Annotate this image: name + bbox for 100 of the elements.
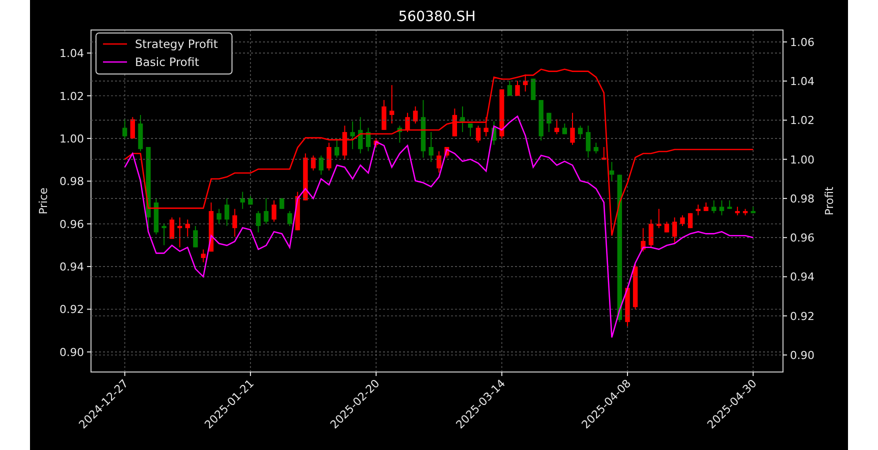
candlestick <box>570 112 575 146</box>
candlestick <box>664 221 670 233</box>
candlestick <box>358 116 363 154</box>
candlestick <box>310 155 316 171</box>
candlestick <box>170 216 174 240</box>
candlestick <box>640 228 646 252</box>
candlestick <box>374 138 378 148</box>
candlestick <box>193 225 198 248</box>
y-tick-label: 0.90 <box>60 346 84 359</box>
tick-mark <box>376 372 377 376</box>
candlestick <box>382 100 386 130</box>
candlestick <box>130 116 135 139</box>
candlestick <box>452 108 458 137</box>
candlestick <box>420 100 426 158</box>
candlestick <box>648 219 654 248</box>
candlestick <box>515 80 520 96</box>
candlestick <box>546 112 552 133</box>
candlestick <box>248 196 253 206</box>
candlestick <box>632 264 638 310</box>
candlestick <box>688 212 693 229</box>
y-tick-label: 0.94 <box>60 260 84 274</box>
candlestick <box>256 210 261 233</box>
tick-mark <box>250 372 251 376</box>
y-tick-label: 1.02 <box>60 90 84 103</box>
y-axis-label: Profit <box>823 186 836 216</box>
y-tick-label: 1.00 <box>60 132 84 146</box>
candlestick <box>287 210 292 226</box>
candlestick <box>224 198 230 226</box>
y-tick-label: 1.06 <box>790 36 814 49</box>
tick-mark <box>782 80 788 82</box>
y-tick-label: 0.98 <box>790 192 814 206</box>
candlestick <box>586 125 591 158</box>
candlestick <box>295 191 300 231</box>
tick-mark <box>86 180 92 182</box>
candlestick <box>625 285 630 327</box>
candlestick <box>554 118 560 135</box>
candlestick <box>428 132 434 162</box>
candlestick <box>389 84 394 124</box>
candlestick <box>138 114 143 152</box>
candlestick <box>680 214 685 226</box>
candlestick <box>742 208 748 216</box>
y-tick-label: 0.92 <box>60 303 84 316</box>
candlestick <box>530 78 536 101</box>
candlestick <box>216 208 222 224</box>
y-tick-label: 0.98 <box>60 175 84 188</box>
candlestick <box>272 200 276 222</box>
candlestick <box>712 200 716 214</box>
candlestick <box>656 208 662 229</box>
chart-title: 560380.SH <box>398 9 476 25</box>
tick-mark <box>782 41 788 42</box>
candlestick <box>460 106 465 133</box>
tick-mark <box>86 95 92 96</box>
y-tick-label: 1.02 <box>790 114 814 128</box>
candlestick <box>200 248 206 263</box>
candlestick <box>154 198 159 236</box>
tick-mark <box>752 372 754 376</box>
candlestick <box>318 155 324 176</box>
candlestick <box>672 216 677 244</box>
tick-mark <box>86 138 92 139</box>
tick-mark <box>782 158 788 160</box>
candlestick <box>366 127 371 152</box>
candlestick <box>334 138 340 158</box>
y-axis-label: Price <box>37 188 50 214</box>
y-tick-label: 1.04 <box>60 47 84 60</box>
candlestick <box>562 123 567 135</box>
candlestick <box>232 208 238 238</box>
candlestick <box>444 146 450 158</box>
candlestick <box>342 125 348 160</box>
tick-mark <box>626 372 628 376</box>
tick-mark <box>86 52 92 54</box>
tick-mark <box>501 372 502 376</box>
legend-label: Basic Profit <box>135 55 200 69</box>
candlestick <box>719 200 724 216</box>
tick-mark <box>782 276 788 278</box>
candlestick <box>696 204 701 216</box>
candlestick <box>750 206 756 214</box>
legend-label: Strategy Profit <box>135 37 218 51</box>
tick-mark <box>86 223 92 224</box>
candlestick <box>397 125 402 144</box>
candlestick <box>492 120 496 146</box>
y-tick-label: 0.90 <box>790 348 814 362</box>
y-tick-label: 1.00 <box>790 153 814 166</box>
candlestick <box>413 106 418 124</box>
candlestick <box>303 152 308 201</box>
candlestick <box>735 206 740 216</box>
legend-line <box>103 61 127 63</box>
candlestick <box>162 223 166 246</box>
candlestick <box>484 116 488 137</box>
candlestick <box>468 123 473 137</box>
tick-mark <box>86 308 92 310</box>
candlestick <box>476 125 481 144</box>
y-tick-label: 0.96 <box>60 218 84 231</box>
y-tick-label: 0.94 <box>790 270 814 284</box>
tick-mark <box>782 315 788 316</box>
candlestick <box>280 198 284 210</box>
y-tick-label: 0.96 <box>790 232 814 245</box>
candlestick <box>350 120 355 150</box>
candlestick <box>326 142 332 171</box>
candlestick <box>405 112 410 133</box>
candlestick <box>704 202 708 212</box>
